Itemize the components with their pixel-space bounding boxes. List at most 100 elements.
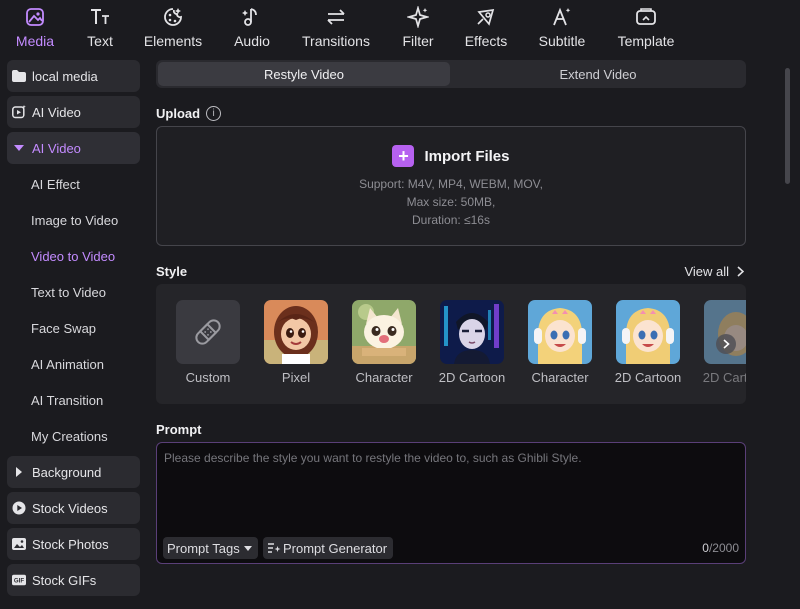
sidebar-group-ai-video[interactable]: AI Video bbox=[7, 132, 140, 164]
subitem-label: Text to Video bbox=[31, 284, 106, 300]
scrollbar-thumb[interactable] bbox=[785, 68, 790, 184]
view-all-link[interactable]: View all bbox=[684, 264, 744, 279]
carousel-next-button[interactable] bbox=[716, 334, 736, 354]
style-thumb-cat bbox=[352, 300, 416, 364]
style-card-character-cat[interactable]: Character bbox=[348, 300, 420, 385]
svg-text:GIF: GIF bbox=[14, 578, 24, 585]
sidebar-item-label: Stock Videos bbox=[32, 500, 108, 516]
caret-down-icon bbox=[12, 141, 26, 155]
sidebar-item-label: AI Video bbox=[32, 104, 81, 120]
sidebar-subitem-ai-transition[interactable]: AI Transition bbox=[31, 390, 103, 410]
style-card-pixel[interactable]: Pixel bbox=[260, 300, 332, 385]
style-title: Style bbox=[156, 264, 188, 279]
upload-heading: Upload i bbox=[156, 106, 222, 121]
toolbar-subtitle[interactable]: Subtitle bbox=[532, 0, 592, 52]
toolbar-transitions[interactable]: Transitions bbox=[298, 0, 374, 52]
prompt-placeholder: Please describe the style you want to re… bbox=[164, 451, 582, 465]
subitem-label: My Creations bbox=[31, 428, 108, 444]
prompt-textarea[interactable]: Please describe the style you want to re… bbox=[156, 442, 746, 564]
char-max: /2000 bbox=[708, 541, 739, 555]
subitem-label: Image to Video bbox=[31, 212, 119, 228]
filter-icon bbox=[407, 4, 429, 30]
text-icon bbox=[89, 4, 111, 30]
view-all-label: View all bbox=[684, 264, 729, 279]
sidebar-item-label: Background bbox=[32, 464, 102, 480]
chevron-right-icon bbox=[722, 339, 730, 349]
prompt-generator-button[interactable]: Prompt Generator bbox=[263, 537, 394, 559]
style-card-custom[interactable]: Custom bbox=[172, 300, 244, 385]
toolbar-text-label: Text bbox=[87, 33, 113, 49]
style-card-character-girl[interactable]: Character bbox=[524, 300, 596, 385]
play-icon bbox=[12, 501, 26, 515]
style-card-2d-cartoon[interactable]: 2D Cartoon bbox=[436, 300, 508, 385]
upload-dropzone[interactable]: + Import Files Support: M4V, MP4, WEBM, … bbox=[156, 126, 746, 246]
prompt-tags-label: Prompt Tags bbox=[167, 540, 240, 556]
sidebar-item-background[interactable]: Background bbox=[7, 456, 140, 488]
sidebar-item-stock-videos[interactable]: Stock Videos bbox=[7, 492, 140, 524]
bandage-icon bbox=[195, 319, 221, 345]
ai-video-icon bbox=[12, 105, 26, 119]
toolbar-transitions-label: Transitions bbox=[302, 33, 370, 49]
import-files-button[interactable]: + Import Files bbox=[157, 145, 745, 167]
style-card-2d-cartoon-girl[interactable]: 2D Cartoon bbox=[612, 300, 684, 385]
toolbar-text[interactable]: Text bbox=[80, 0, 120, 52]
prompt-char-counter: 0/2000 bbox=[702, 541, 739, 555]
sidebar-subitem-text-to-video[interactable]: Text to Video bbox=[31, 282, 106, 302]
subitem-label: AI Transition bbox=[31, 392, 104, 408]
sidebar-item-stock-photos[interactable]: Stock Photos bbox=[7, 528, 140, 560]
tab-extend-video[interactable]: Extend Video bbox=[452, 62, 744, 86]
audio-icon bbox=[242, 4, 262, 30]
main-panel: Restyle Video Extend Video Upload i + Im… bbox=[148, 52, 782, 609]
sidebar-subitem-face-swap[interactable]: Face Swap bbox=[31, 318, 96, 338]
left-sidebar: local media AI Video AI Video AI Effect … bbox=[0, 52, 148, 609]
info-icon[interactable]: i bbox=[206, 106, 222, 121]
sidebar-item-ai-video[interactable]: AI Video bbox=[7, 96, 140, 128]
effects-icon bbox=[475, 4, 497, 30]
upload-title: Upload bbox=[156, 106, 201, 121]
toolbar-media-label: Media bbox=[15, 33, 55, 49]
style-thumb-girl bbox=[264, 300, 328, 364]
transitions-icon bbox=[325, 4, 347, 30]
subitem-label: AI Animation bbox=[31, 356, 104, 372]
toolbar-filter-label: Filter bbox=[402, 33, 434, 49]
sidebar-item-stock-gifs[interactable]: GIF Stock GIFs bbox=[7, 564, 140, 596]
toolbar-subtitle-label: Subtitle bbox=[538, 33, 586, 49]
scrollbar[interactable] bbox=[782, 52, 800, 609]
sidebar-subitem-my-creations[interactable]: My Creations bbox=[31, 426, 108, 446]
toolbar-elements-label: Elements bbox=[143, 33, 203, 49]
sparkle-list-icon bbox=[268, 543, 281, 553]
style-thumb-partial bbox=[704, 300, 746, 364]
tab-restyle-video[interactable]: Restyle Video bbox=[158, 62, 450, 86]
mode-tabs: Restyle Video Extend Video bbox=[156, 60, 746, 88]
style-label: 2D Cartoon bbox=[614, 370, 682, 385]
plus-icon: + bbox=[392, 145, 415, 167]
prompt-title: Prompt bbox=[156, 422, 202, 437]
style-label: 2D Cartoon bbox=[438, 370, 506, 385]
sidebar-subitem-video-to-video[interactable]: Video to Video bbox=[31, 246, 115, 266]
toolbar-media[interactable]: Media bbox=[12, 0, 58, 52]
sidebar-item-local-media[interactable]: local media bbox=[7, 60, 140, 92]
caret-right-icon bbox=[12, 465, 26, 479]
prompt-tags-dropdown[interactable]: Prompt Tags bbox=[163, 537, 258, 559]
sidebar-group-label: AI Video bbox=[32, 140, 81, 156]
gif-icon: GIF bbox=[12, 573, 26, 587]
toolbar-audio[interactable]: Audio bbox=[228, 0, 276, 52]
sidebar-subitem-ai-effect[interactable]: AI Effect bbox=[31, 174, 80, 194]
upload-max-size-note: Max size: 50MB, bbox=[406, 195, 496, 209]
toolbar-template-label: Template bbox=[617, 33, 675, 49]
toolbar-audio-label: Audio bbox=[234, 33, 270, 49]
toolbar-effects[interactable]: Effects bbox=[460, 0, 512, 52]
sidebar-subitem-ai-animation[interactable]: AI Animation bbox=[31, 354, 104, 374]
elements-icon bbox=[162, 4, 184, 30]
image-icon bbox=[12, 537, 26, 551]
toolbar-elements[interactable]: Elements bbox=[140, 0, 206, 52]
style-carousel: Custom Pixel Character 2D Cartoon Charac… bbox=[156, 284, 746, 404]
toolbar-template[interactable]: Template bbox=[614, 0, 678, 52]
subitem-label: Video to Video bbox=[31, 248, 116, 264]
sidebar-item-label: local media bbox=[32, 68, 98, 84]
toolbar-filter[interactable]: Filter bbox=[396, 0, 440, 52]
upload-support-note: Support: M4V, MP4, WEBM, MOV, bbox=[359, 177, 543, 191]
sidebar-item-label: Stock Photos bbox=[32, 536, 109, 552]
style-label: Custom bbox=[185, 370, 231, 385]
sidebar-subitem-image-to-video[interactable]: Image to Video bbox=[31, 210, 118, 230]
